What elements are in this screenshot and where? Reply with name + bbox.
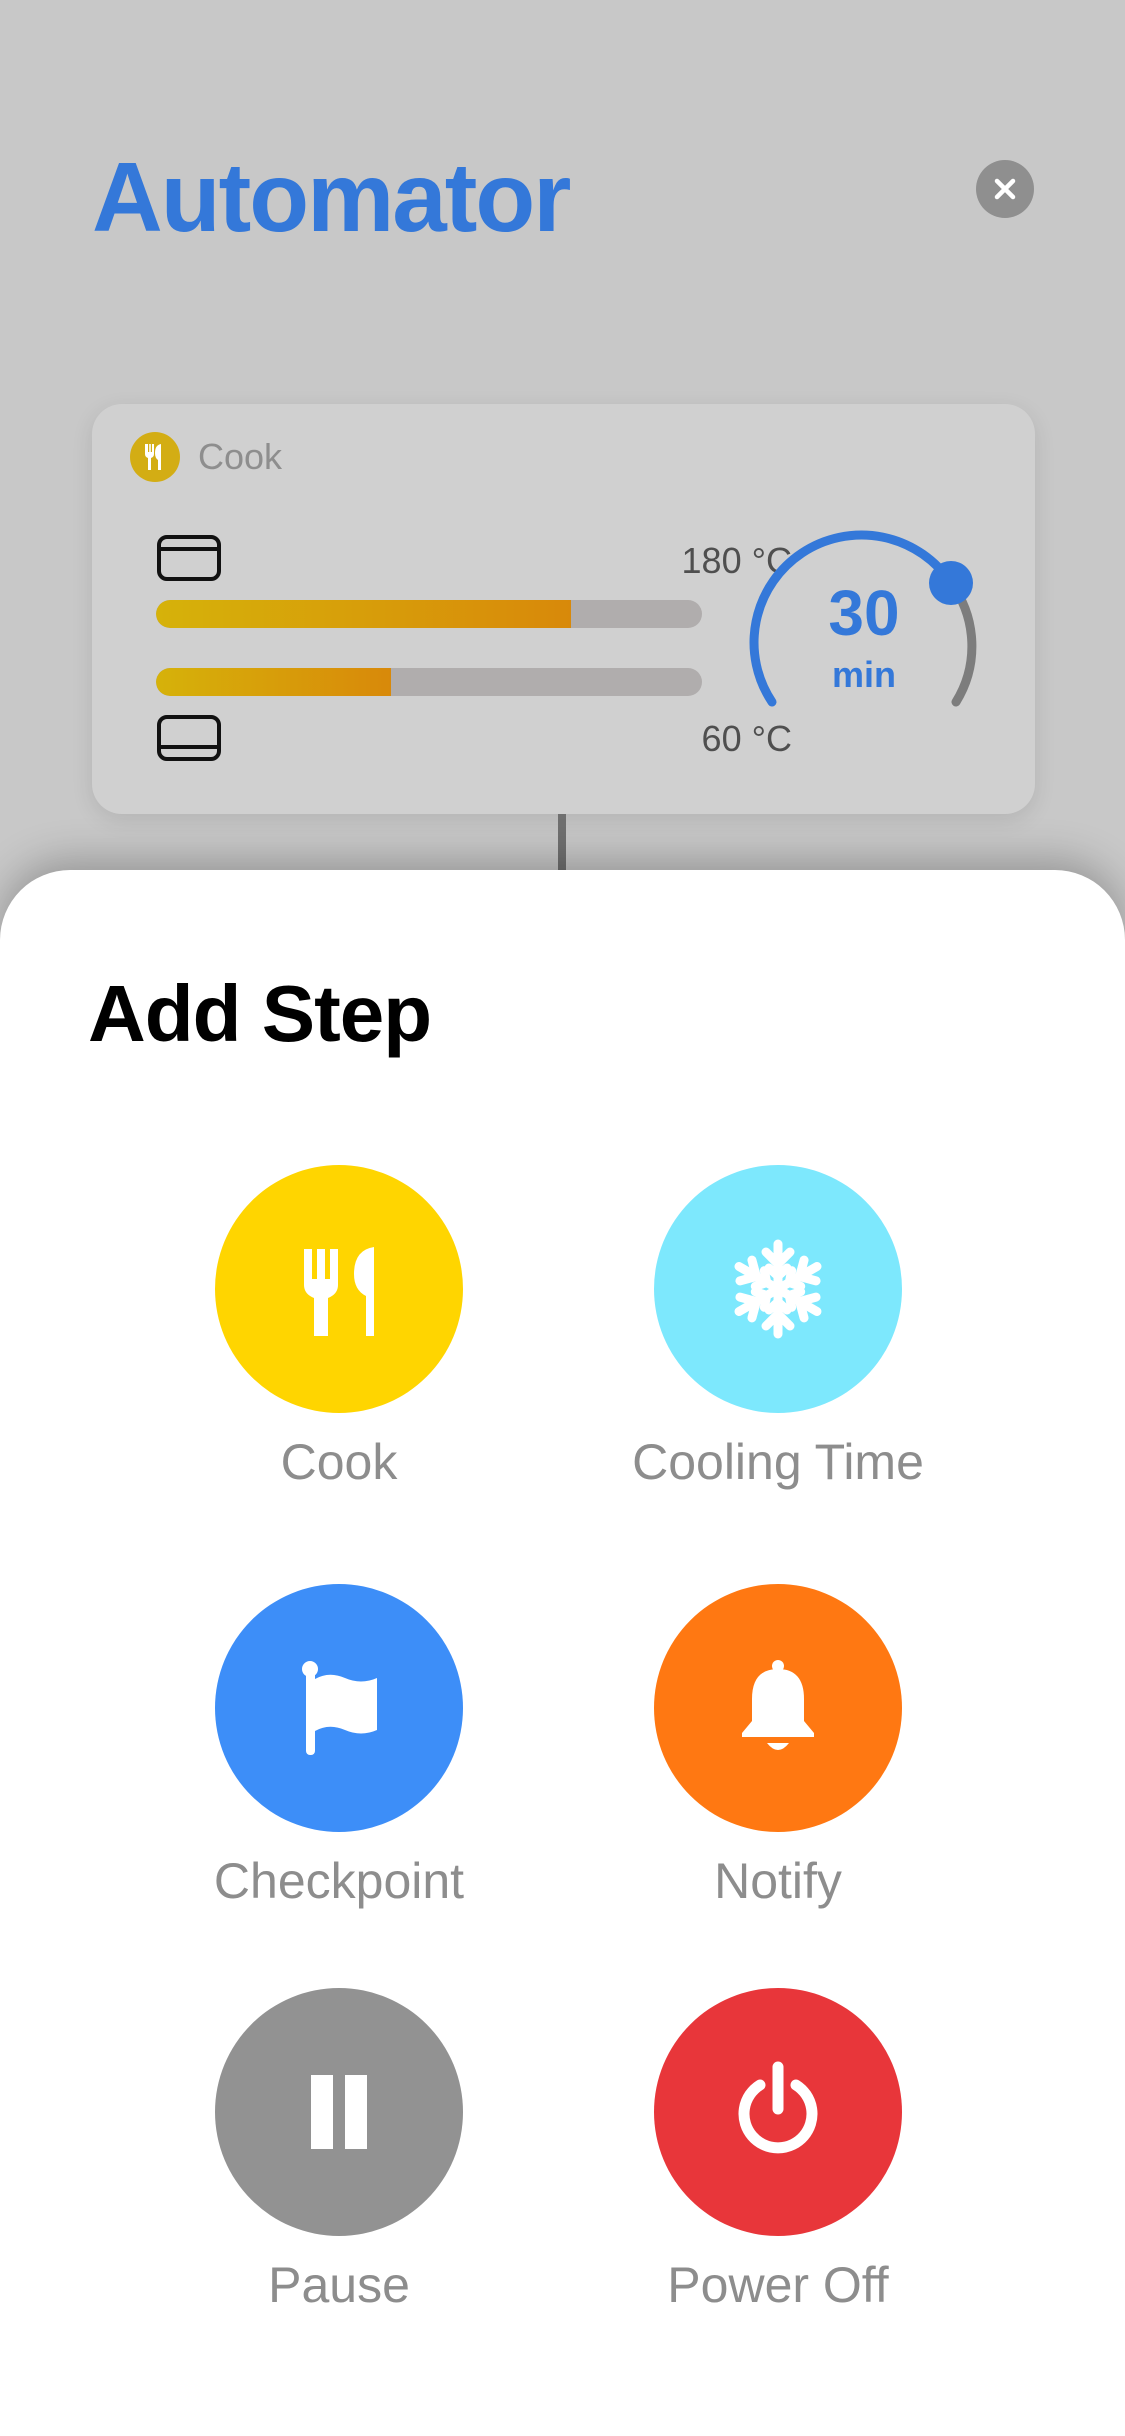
checkpoint-option-label: Checkpoint (213, 1853, 465, 1909)
pause-option-circle[interactable] (215, 1988, 463, 2236)
close-button[interactable] (976, 160, 1034, 218)
power-icon (738, 2061, 818, 2154)
flag-icon (302, 1661, 377, 1755)
step-connector (558, 814, 566, 874)
pause-icon (311, 2075, 367, 2149)
cook-step-card[interactable]: Cook 180 °C 60 °C 30 min (92, 404, 1035, 814)
timer-dial[interactable]: 30 min (744, 524, 984, 764)
add-checkpoint-button[interactable]: Checkpoint (119, 1584, 559, 1910)
app-title: Automator (92, 142, 571, 252)
add-power-off-button[interactable]: Power Off (558, 1988, 998, 2314)
top-heat-bar[interactable] (156, 600, 702, 628)
pause-option-label: Pause (268, 2257, 410, 2313)
step-type-header: Cook (130, 432, 282, 482)
notify-option-circle[interactable] (654, 1584, 902, 1832)
bottom-heat-bar-fill (156, 668, 391, 696)
snowflake-icon (723, 1239, 833, 1344)
add-step-sheet: Add Step Cook Cooling Time Checkpoint No… (0, 870, 1125, 2436)
step-type-label: Cook (198, 436, 283, 477)
fork-knife-icon (130, 432, 180, 482)
cook-option-circle[interactable] (215, 1165, 463, 1413)
sheet-title: Add Step (88, 969, 432, 1058)
power-off-option-circle[interactable] (654, 1988, 902, 2236)
add-pause-button[interactable]: Pause (119, 1988, 559, 2314)
cooling-time-option-circle[interactable] (654, 1165, 902, 1413)
close-icon (994, 178, 1016, 200)
oven-bottom-heat-icon (156, 714, 222, 762)
power-off-option-label: Power Off (667, 2257, 889, 2313)
checkpoint-option-circle[interactable] (215, 1584, 463, 1832)
notify-option-label: Notify (714, 1853, 842, 1909)
add-notify-button[interactable]: Notify (558, 1584, 998, 1910)
bottom-heat-bar[interactable] (156, 668, 702, 696)
cooling-time-option-label: Cooling Time (632, 1434, 924, 1490)
bell-icon (742, 1660, 814, 1750)
oven-top-heat-icon (156, 534, 222, 582)
timer-unit: min (831, 654, 896, 695)
add-cook-button[interactable]: Cook (119, 1165, 559, 1491)
add-cooling-time-button[interactable]: Cooling Time (558, 1165, 998, 1491)
cook-option-label: Cook (280, 1434, 398, 1490)
fork-knife-icon (304, 1247, 374, 1336)
timer-value: 30 (828, 577, 900, 649)
top-heat-bar-fill (156, 600, 571, 628)
